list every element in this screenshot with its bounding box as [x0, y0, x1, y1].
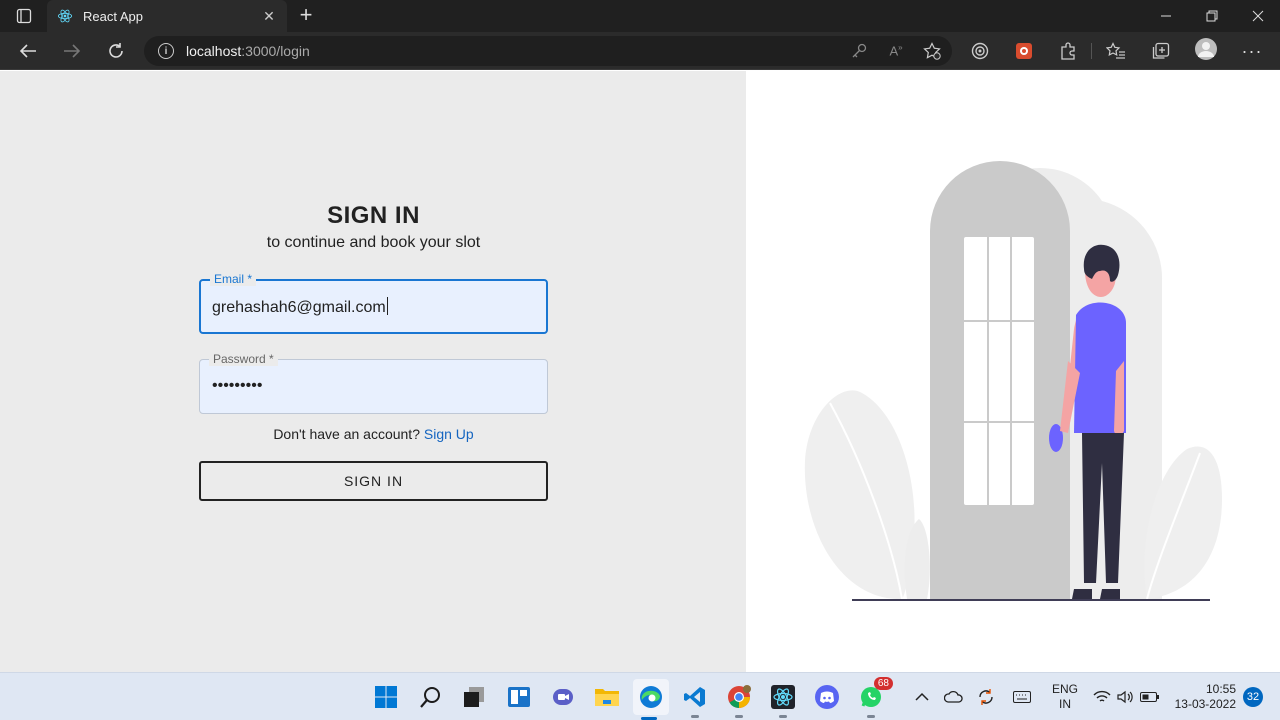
more-menu-icon[interactable]: ···: [1240, 40, 1264, 62]
login-page: SIGN IN to continue and book your slot E…: [0, 71, 1280, 672]
vscode-icon[interactable]: [679, 681, 711, 718]
key-icon[interactable]: [848, 40, 870, 62]
favorites-icon[interactable]: [1104, 40, 1128, 62]
close-window-button[interactable]: [1235, 0, 1280, 32]
url-path: :3000/login: [241, 43, 310, 59]
read-aloud-icon[interactable]: A»: [885, 40, 907, 62]
page-subtitle: to continue and book your slot: [266, 234, 481, 251]
tab-title: React App: [83, 8, 143, 24]
whatsapp-badge: 68: [873, 677, 893, 690]
file-explorer-icon[interactable]: [591, 681, 623, 713]
back-button[interactable]: [14, 39, 42, 63]
login-form-panel: SIGN IN to continue and book your slot E…: [0, 71, 746, 672]
start-button[interactable]: [370, 681, 402, 713]
tab-close-icon[interactable]: ✕: [261, 8, 277, 25]
whatsapp-icon[interactable]: 68: [855, 677, 893, 718]
react-devtools-icon[interactable]: [767, 681, 799, 718]
search-icon[interactable]: [415, 681, 447, 713]
notification-count[interactable]: 32: [1243, 687, 1263, 707]
sign-in-button[interactable]: SIGN IN: [199, 461, 548, 501]
extensions-puzzle-icon[interactable]: [1056, 40, 1080, 62]
show-hidden-icons[interactable]: [906, 681, 938, 713]
email-value: grehashah6@gmail.com: [212, 299, 386, 316]
email-field[interactable]: Email * grehashah6@gmail.com: [199, 272, 548, 334]
door-illustration: [804, 161, 1222, 601]
language-indicator[interactable]: ENG IN: [1048, 682, 1082, 712]
signup-prompt: Don't have an account? Sign Up: [199, 426, 548, 442]
minimize-button[interactable]: [1143, 0, 1189, 32]
keyboard-icon[interactable]: [1006, 681, 1038, 713]
tab-actions-icon[interactable]: [10, 6, 38, 26]
discord-icon[interactable]: [811, 681, 843, 713]
onedrive-sync-icon[interactable]: [938, 681, 970, 713]
windows-taskbar: 68 ENG IN 10:55 13-03-2022 32: [0, 672, 1280, 720]
navigation-bar: i localhost:3000/login A» ···: [0, 32, 1280, 70]
illustration-panel: [746, 71, 1280, 672]
teams-chat-icon[interactable]: [547, 681, 579, 713]
url-host: localhost: [186, 43, 242, 59]
page-title: SIGN IN: [327, 202, 420, 229]
battery-icon[interactable]: [1134, 681, 1166, 713]
widgets-icon[interactable]: [503, 681, 535, 713]
clock-time: 10:55: [1205, 682, 1236, 696]
extension-circle-icon[interactable]: [968, 40, 992, 62]
restore-button[interactable]: [1189, 0, 1235, 32]
email-label: Email *: [210, 272, 257, 286]
forward-button[interactable]: [58, 39, 86, 63]
task-view-icon[interactable]: [458, 681, 490, 713]
site-info-icon[interactable]: i: [158, 43, 174, 59]
address-bar[interactable]: i localhost:3000/login: [144, 36, 952, 66]
refresh-button[interactable]: [102, 39, 130, 63]
password-value: •••••••••: [212, 377, 263, 394]
password-label: Password *: [209, 352, 278, 366]
profile-avatar[interactable]: [1194, 38, 1218, 60]
signup-prompt-text: Don't have an account?: [273, 426, 420, 442]
edge-browser-icon[interactable]: [633, 679, 669, 720]
favorite-star-icon[interactable]: [921, 40, 943, 62]
collections-icon[interactable]: [1149, 40, 1173, 62]
text-caret: [386, 297, 388, 315]
extension-red-icon[interactable]: [1012, 40, 1036, 62]
language-code: ENG: [1051, 682, 1078, 696]
region-code: IN: [1059, 697, 1071, 711]
sync-icon[interactable]: [970, 681, 1002, 713]
clock[interactable]: 10:55 13-03-2022: [1168, 682, 1236, 712]
new-tab-button[interactable]: +: [294, 4, 318, 28]
signup-link[interactable]: Sign Up: [424, 426, 474, 442]
chrome-icon[interactable]: [723, 681, 755, 718]
password-field[interactable]: Password * •••••••••: [199, 352, 548, 414]
react-icon: [57, 9, 73, 23]
clock-date: 13-03-2022: [1174, 697, 1236, 711]
tab-strip: React App ✕ +: [0, 0, 1280, 32]
browser-tab[interactable]: React App ✕: [47, 0, 287, 32]
